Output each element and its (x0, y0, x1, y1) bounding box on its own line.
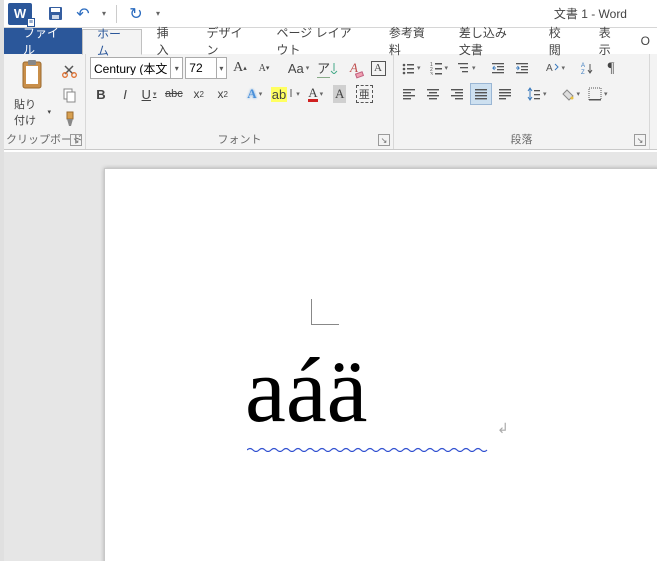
increase-indent-button[interactable] (511, 57, 533, 79)
tab-mailings[interactable]: 差し込み文書 (444, 28, 534, 54)
document-workspace[interactable]: aáä ↲ (4, 152, 657, 561)
multilevel-icon (456, 61, 470, 75)
distribute-icon (498, 87, 512, 101)
subscript-button[interactable]: x2 (188, 83, 210, 105)
cursor-indicator (311, 299, 339, 325)
qat-customize-dropdown[interactable]: ▾ (151, 2, 165, 26)
paintbrush-icon (62, 111, 78, 127)
qat-undo-dropdown[interactable]: ▾ (98, 2, 110, 26)
format-painter-button[interactable] (59, 108, 81, 130)
outdent-icon (491, 61, 505, 75)
svg-text:3: 3 (430, 72, 433, 75)
borders-button[interactable]: ▾ (585, 83, 611, 105)
linespace-icon (527, 87, 541, 101)
tab-page-layout[interactable]: ページ レイアウト (261, 28, 373, 54)
qat-redo-button[interactable]: ↻ (123, 2, 149, 26)
tab-design[interactable]: デザイン (192, 28, 262, 54)
qat-separator (116, 5, 117, 23)
highlight-button[interactable]: ab▾ (268, 83, 303, 105)
copy-icon (62, 87, 78, 103)
sort-button[interactable]: AZ (576, 57, 598, 79)
sort-icon: AZ (580, 61, 594, 75)
tab-insert[interactable]: 挿入 (142, 28, 192, 54)
align-center-button[interactable] (422, 83, 444, 105)
font-color-button[interactable]: A▾ (305, 83, 327, 105)
text-direction-button[interactable]: A▾ (541, 57, 569, 79)
bullets-icon (401, 61, 415, 75)
bullets-button[interactable]: ▾ (398, 57, 424, 79)
document-page[interactable]: aáä ↲ (104, 168, 657, 561)
clipboard-paste-icon (19, 60, 47, 94)
document-text[interactable]: aáä (245, 344, 368, 436)
font-name-input[interactable] (91, 61, 170, 75)
tab-references[interactable]: 参考資料 (374, 28, 444, 54)
numbering-button[interactable]: 123▾ (426, 57, 452, 79)
tab-extra[interactable]: O (634, 28, 657, 54)
bold-button[interactable]: B (90, 83, 112, 105)
justify-icon (474, 87, 488, 101)
numbering-icon: 123 (429, 61, 443, 75)
align-left-button[interactable] (398, 83, 420, 105)
group-label-paragraph: 段落 (394, 131, 649, 147)
underline-button[interactable]: U▾ (138, 83, 160, 105)
font-name-dropdown[interactable]: ▾ (170, 58, 182, 78)
char-border-button[interactable]: 亜 (353, 83, 376, 105)
tab-review[interactable]: 校閲 (534, 28, 584, 54)
font-size-combo[interactable]: ▾ (185, 57, 227, 79)
paste-label: 貼り付け▾ (14, 96, 51, 128)
align-right-icon (450, 87, 464, 101)
qat-undo-button[interactable]: ↶ (70, 2, 96, 26)
align-right-button[interactable] (446, 83, 468, 105)
copy-button[interactable] (59, 84, 81, 106)
char-shading-button[interactable]: A (329, 83, 351, 105)
svg-text:Z: Z (581, 70, 585, 75)
text-effects-button[interactable]: A▾ (244, 83, 266, 105)
change-case-button[interactable]: Aa▾ (285, 57, 312, 79)
strikethrough-button[interactable]: abc (162, 83, 186, 105)
enclose-char-button[interactable]: A (367, 57, 389, 79)
distribute-button[interactable] (494, 83, 516, 105)
line-spacing-button[interactable]: ▾ (524, 83, 550, 105)
svg-text:A: A (546, 63, 553, 74)
align-left-icon (402, 87, 416, 101)
justify-button[interactable] (470, 83, 492, 105)
shrink-font-button[interactable]: A▾ (253, 57, 275, 79)
spellcheck-squiggle (247, 447, 491, 452)
font-size-input[interactable] (186, 61, 216, 75)
indent-icon (515, 61, 529, 75)
borders-icon (588, 87, 602, 101)
paragraph-launcher[interactable]: ↘ (634, 134, 646, 146)
qat-save-button[interactable] (42, 2, 68, 26)
font-launcher[interactable]: ↘ (378, 134, 390, 146)
superscript-button[interactable]: x2 (212, 83, 234, 105)
show-marks-button[interactable]: ¶ (600, 57, 622, 79)
align-center-icon (426, 87, 440, 101)
clear-format-button[interactable]: A (343, 57, 365, 79)
grow-font-button[interactable]: A▴ (229, 57, 251, 79)
paste-button[interactable]: 貼り付け▾ (8, 56, 57, 130)
bucket-icon (561, 87, 575, 101)
font-name-combo[interactable]: ▾ (90, 57, 183, 79)
tab-file[interactable]: ファイル (4, 28, 82, 54)
italic-button[interactable]: I (114, 83, 136, 105)
word-app-icon: W ≡ (8, 3, 32, 25)
ruby-button[interactable]: ア (314, 57, 341, 79)
tab-view[interactable]: 表示 (584, 28, 634, 54)
clipboard-launcher[interactable]: ↘ (70, 134, 82, 146)
textdir-icon: A (544, 61, 560, 75)
multilevel-button[interactable]: ▾ (453, 57, 479, 79)
shading-button[interactable]: ▾ (558, 83, 584, 105)
group-label-font: フォント (86, 131, 393, 147)
scissors-icon (62, 63, 78, 79)
paragraph-mark: ↲ (497, 421, 509, 438)
font-size-dropdown[interactable]: ▾ (216, 58, 226, 78)
svg-text:A: A (581, 63, 585, 69)
tab-home[interactable]: ホーム (82, 29, 142, 55)
document-title: 文書 1 - Word (554, 5, 627, 22)
cut-button[interactable] (59, 60, 81, 82)
decrease-indent-button[interactable] (487, 57, 509, 79)
